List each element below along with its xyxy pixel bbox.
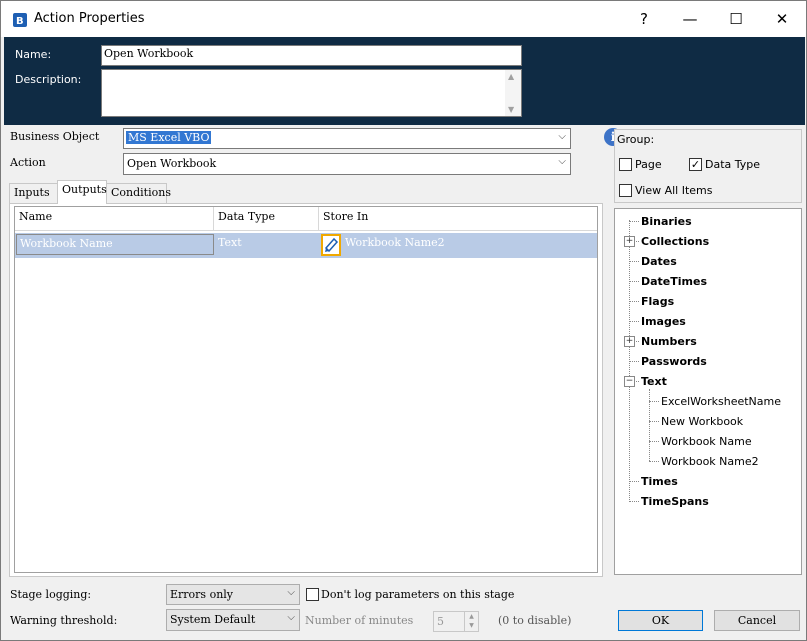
outputs-grid: Name Data Type Store In Workbook Name Te… (14, 206, 598, 573)
tree-line (629, 221, 639, 222)
minutes-value: 5 (437, 615, 444, 628)
stage-logging-value: Errors only (170, 588, 234, 601)
help-button[interactable]: ? (621, 1, 667, 37)
store-in-cell[interactable]: Workbook Name2 (345, 236, 445, 249)
tree-leaf-item[interactable]: ExcelWorksheetName (661, 395, 781, 408)
action-label: Action (10, 156, 46, 169)
tree-category-item[interactable]: Text (641, 375, 667, 388)
column-header-name[interactable]: Name (15, 207, 214, 231)
tree-line (629, 361, 639, 362)
stage-logging-label: Stage logging: (10, 588, 92, 601)
tree-category-item[interactable]: Binaries (641, 215, 692, 228)
maximize-button[interactable]: ☐ (713, 1, 759, 37)
tree-line (649, 441, 659, 442)
tree-leaf-item[interactable]: Workbook Name2 (661, 455, 759, 468)
view-all-items-checkbox[interactable] (619, 184, 632, 197)
ok-button[interactable]: OK (618, 610, 703, 631)
data-items-tree: Binaries + Collections Dates DateTimes Flags I… (614, 208, 802, 575)
description-input[interactable]: ▲ ▼ (101, 69, 522, 117)
column-header-store-in[interactable]: Store In (319, 207, 597, 231)
tree-category-item[interactable]: Dates (641, 255, 677, 268)
tree-line (629, 220, 630, 500)
output-name-cell[interactable]: Workbook Name (16, 234, 214, 255)
view-all-items-label[interactable]: View All Items (635, 184, 713, 197)
data-type-checkbox[interactable]: ✓ (689, 158, 702, 171)
column-header-data-type[interactable]: Data Type (214, 207, 319, 231)
tab-conditions[interactable]: Conditions (106, 183, 171, 203)
tree-leaf-item[interactable]: New Workbook (661, 415, 743, 428)
chevron-down-icon[interactable]: ⌵ (287, 587, 295, 598)
scroll-down-icon[interactable]: ▼ (508, 105, 514, 114)
table-row[interactable]: Workbook Name Text Workbook Name2 (15, 233, 597, 258)
warning-threshold-label: Warning threshold: (10, 614, 118, 627)
minutes-label: Number of minutes (305, 614, 414, 627)
expand-icon[interactable]: + (624, 236, 635, 247)
page-checkbox[interactable] (619, 158, 632, 171)
business-object-select[interactable]: MS Excel VBO ⌵ (123, 128, 571, 149)
tab-inputs[interactable]: Inputs (9, 183, 59, 203)
data-type-checkbox-label[interactable]: Data Type (705, 158, 760, 171)
tree-line (649, 421, 659, 422)
tree-line (629, 281, 639, 282)
data-item-icon[interactable] (321, 234, 341, 256)
business-object-value: MS Excel VBO (126, 131, 212, 144)
tree-line (629, 501, 639, 502)
page-checkbox-label[interactable]: Page (635, 158, 662, 171)
app-icon: B (12, 12, 28, 28)
description-label: Description: (15, 73, 82, 86)
stage-logging-select[interactable]: Errors only ⌵ (166, 584, 300, 605)
window-title: Action Properties (34, 11, 145, 26)
tree-category-item[interactable]: Times (641, 475, 678, 488)
minimize-button[interactable]: — (667, 1, 713, 37)
tree-line (629, 481, 639, 482)
tree-category-item[interactable]: Flags (641, 295, 674, 308)
cancel-button[interactable]: Cancel (714, 610, 800, 631)
chevron-down-icon[interactable]: ⌵ (558, 131, 566, 142)
tree-category-item[interactable]: DateTimes (641, 275, 707, 288)
tree-line (629, 321, 639, 322)
tree-category-item[interactable]: Passwords (641, 355, 707, 368)
minutes-stepper[interactable]: 5 ▲ ▼ (433, 611, 479, 632)
svg-text:B: B (16, 16, 24, 27)
stepper-arrows-icon[interactable]: ▲ ▼ (464, 612, 478, 631)
tree-line (629, 261, 639, 262)
action-select[interactable]: Open Workbook ⌵ (123, 153, 571, 175)
tree-line (649, 389, 650, 461)
tree-category-item[interactable]: Images (641, 315, 686, 328)
scroll-up-icon[interactable]: ▲ (508, 72, 514, 81)
tree-category-item[interactable]: TimeSpans (641, 495, 709, 508)
tree-line (629, 301, 639, 302)
tree-category-item[interactable]: Numbers (641, 335, 697, 348)
dont-log-label[interactable]: Don't log parameters on this stage (321, 588, 514, 601)
disable-hint: (0 to disable) (498, 614, 572, 627)
name-label: Name: (15, 48, 52, 61)
action-value: Open Workbook (127, 157, 217, 170)
tree-line (649, 461, 659, 462)
close-button[interactable]: ✕ (759, 1, 805, 37)
title-bar: B Action Properties ? — ☐ ✕ (1, 1, 806, 37)
name-input[interactable]: Open Workbook (101, 45, 522, 66)
chevron-down-icon[interactable]: ⌵ (287, 612, 295, 623)
output-data-type-cell: Text (218, 236, 242, 249)
chevron-down-icon[interactable]: ⌵ (558, 156, 566, 167)
group-label: Group: (617, 133, 655, 146)
expand-icon[interactable]: + (624, 336, 635, 347)
action-properties-window: B Action Properties ? — ☐ ✕ Name: Open W… (0, 0, 807, 641)
warning-threshold-value: System Default (170, 613, 256, 626)
tree-line (649, 401, 659, 402)
dont-log-checkbox[interactable] (306, 588, 319, 601)
tree-leaf-item[interactable]: Workbook Name (661, 435, 752, 448)
collapse-icon[interactable]: − (624, 376, 635, 387)
description-scrollbar[interactable]: ▲ ▼ (505, 70, 521, 116)
warning-threshold-select[interactable]: System Default ⌵ (166, 609, 300, 631)
business-object-label: Business Object (10, 130, 100, 143)
tab-outputs[interactable]: Outputs (57, 180, 107, 204)
tree-category-item[interactable]: Collections (641, 235, 709, 248)
